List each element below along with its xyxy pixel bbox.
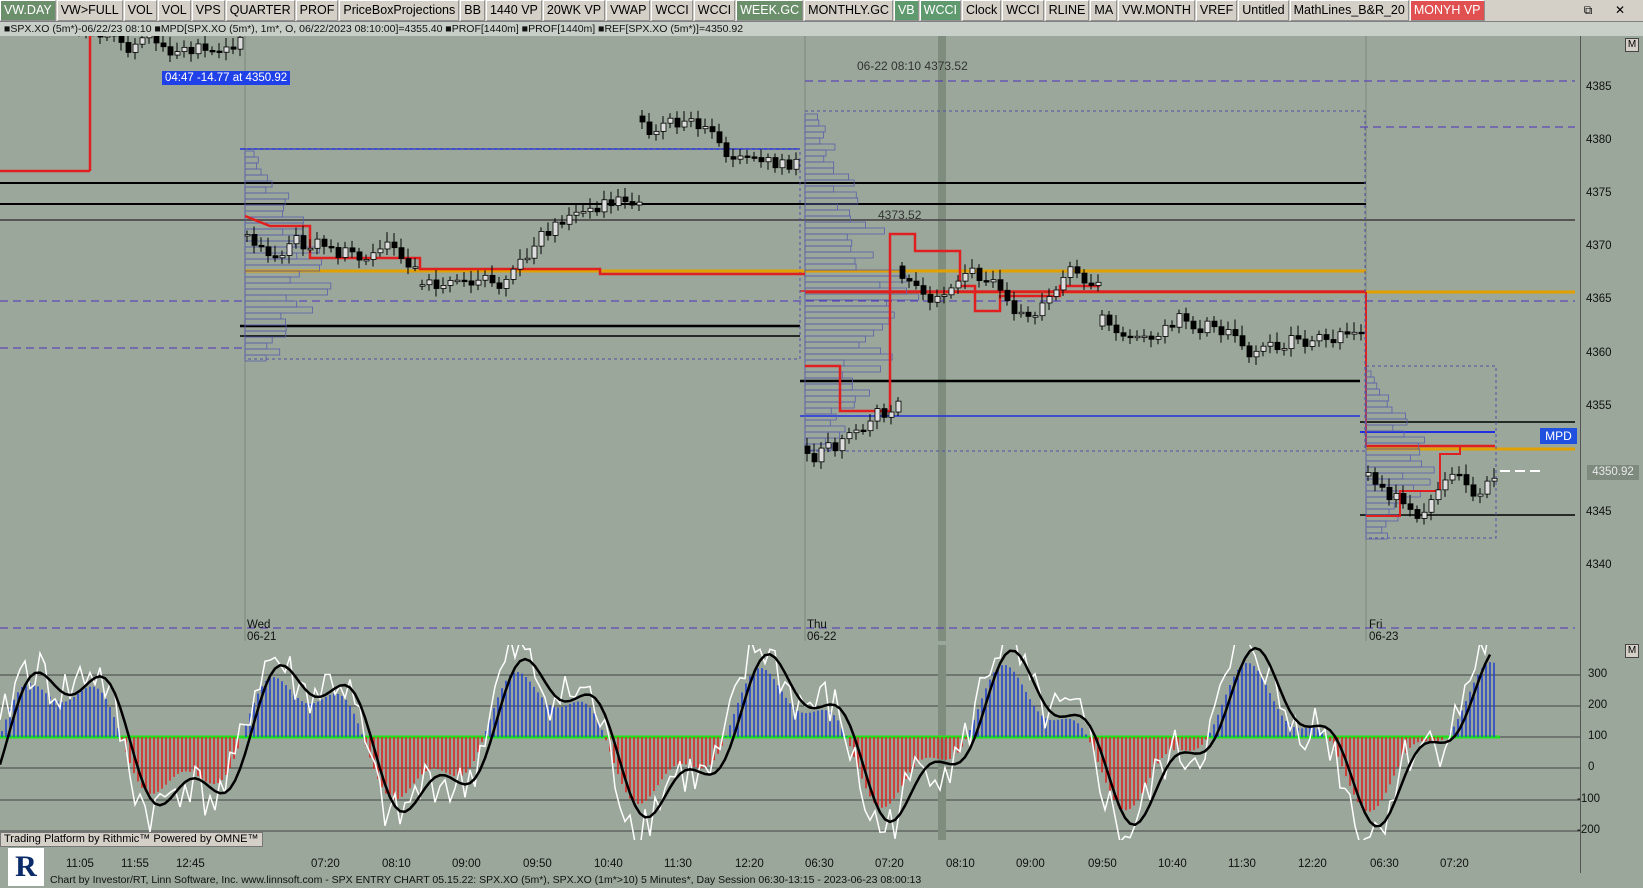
toolbar-button[interactable]: QUARTER — [225, 0, 295, 21]
time-tick-label: 12:20 — [735, 858, 764, 870]
level-label: 4373.52 — [878, 208, 922, 222]
toolbar-button[interactable]: VW>FULL — [56, 0, 123, 21]
day-name: Thu — [807, 619, 827, 631]
indicator-toolbar: VW.DAY VW>FULL VOL VOL VPS QUARTER PROF PriceBo… — [0, 0, 1643, 22]
cci-oscillator-panel[interactable] — [0, 645, 1580, 840]
time-tick-label: 09:50 — [1088, 858, 1117, 870]
toolbar-button[interactable]: VW.MONTH — [1118, 0, 1195, 21]
toolbar-button[interactable]: Clock — [961, 0, 1002, 21]
toolbar-button[interactable]: VOL — [157, 0, 191, 21]
toolbar-button[interactable]: 1440 VP — [485, 0, 542, 21]
osc-tick-label: 100 — [1588, 730, 1608, 742]
osc-tick-label: 200 — [1588, 699, 1608, 711]
time-tick-label: 12:45 — [176, 858, 205, 870]
toolbar-button[interactable]: VB — [893, 0, 919, 21]
time-tick-label: 10:40 — [1158, 858, 1187, 870]
day-date: 06-23 — [1369, 631, 1399, 643]
day-name: Fri — [1369, 619, 1383, 631]
price-tick-label: 4385 — [1586, 81, 1612, 93]
toolbar-button[interactable]: WCCI — [919, 0, 961, 21]
price-flag-label: 04:47 -14.77 at 4350.92 — [162, 71, 291, 85]
toolbar-button[interactable]: WCCI — [693, 0, 736, 21]
time-tick-label: 11:30 — [1228, 858, 1256, 870]
day-label: Fri 06-23 — [1369, 619, 1398, 643]
last-price-tag: 4350.92 — [1587, 465, 1639, 480]
time-tick-label: 08:10 — [382, 858, 411, 870]
price-tick-label: 4360 — [1586, 347, 1612, 359]
time-tick-label: 09:00 — [452, 858, 481, 870]
time-tick-label: 12:20 — [1298, 858, 1327, 870]
toolbar-button[interactable]: VWAP — [606, 0, 651, 21]
close-icon[interactable]: ✕ — [1612, 2, 1628, 18]
osc-tick-label: 300 — [1588, 668, 1608, 680]
toolbar-button[interactable]: WEEK.GC — [736, 0, 804, 21]
toolbar-button[interactable]: RLINE — [1044, 0, 1090, 21]
maximize-main-icon[interactable]: M — [1625, 38, 1639, 52]
time-tick-label: 11:05 — [66, 858, 94, 870]
price-tick-label: 4380 — [1586, 134, 1612, 146]
toolbar-button[interactable]: BB — [460, 0, 485, 21]
toolbar-button[interactable]: MONTHLY.GC — [804, 0, 893, 21]
toolbar-button[interactable]: VPS — [191, 0, 225, 21]
time-tick-label: 08:10 — [946, 858, 975, 870]
osc-tick-label: 0 — [1588, 761, 1595, 773]
time-tick-label: 07:20 — [311, 858, 340, 870]
toolbar-button[interactable]: PriceBoxProjections — [339, 0, 460, 21]
toolbar-button[interactable]: MathLines_B&R_20 — [1289, 0, 1409, 21]
time-tick-label: 11:55 — [121, 858, 149, 870]
chart-info-bar: ■SPX.XO (5m*)-06/22/23 08:10 ■MPD[SPX.XO… — [0, 22, 1643, 36]
time-tick-label: 09:50 — [523, 858, 552, 870]
toolbar-button[interactable]: WCCI — [1002, 0, 1044, 21]
time-tick-label: 07:20 — [1440, 858, 1469, 870]
day-date: 06-22 — [807, 631, 837, 643]
rithmic-banner: Trading Platform by Rithmic™ Powered by … — [0, 832, 263, 847]
price-tick-label: 4375 — [1586, 187, 1612, 199]
toolbar-button[interactable]: Untitled — [1238, 0, 1289, 21]
time-tick-label: 09:00 — [1016, 858, 1045, 870]
toolbar-button[interactable]: VOL — [123, 0, 157, 21]
rithmic-logo: R — [8, 848, 44, 886]
osc-tick-label: -100 — [1577, 793, 1601, 805]
time-tick-label: 11:30 — [664, 858, 692, 870]
day-date: 06-21 — [247, 631, 277, 643]
price-tick-label: 4365 — [1586, 293, 1612, 305]
day-label: Wed 06-21 — [247, 619, 276, 643]
toolbar-button[interactable]: MA — [1090, 0, 1118, 21]
session-high-label: 06-22 08:10 4373.52 — [857, 59, 968, 73]
mpd-tag: MPD — [1540, 428, 1577, 444]
time-tick-label: 07:20 — [875, 858, 904, 870]
osc-tick-label: -200 — [1577, 824, 1601, 836]
toolbar-button[interactable]: WCCI — [651, 0, 693, 21]
restore-icon[interactable]: ⧉ — [1580, 2, 1596, 18]
toolbar-button[interactable]: VW.DAY — [0, 0, 56, 21]
toolbar-button[interactable]: PROF — [295, 0, 339, 21]
cci-lines — [0, 645, 1492, 840]
time-tick-label: 06:30 — [1370, 858, 1399, 870]
day-name: Wed — [247, 619, 271, 631]
maximize-osc-icon[interactable]: M — [1625, 644, 1639, 658]
time-tick-label: 10:40 — [594, 858, 623, 870]
toolbar-button[interactable]: VREF — [1195, 0, 1238, 21]
day-label: Thu 06-22 — [807, 619, 836, 643]
price-tick-label: 4340 — [1586, 559, 1612, 571]
price-chart[interactable] — [0, 36, 1580, 641]
chart-credits: Chart by Investor/RT, Linn Software, Inc… — [50, 874, 922, 886]
price-axis[interactable] — [1580, 36, 1643, 641]
price-tick-label: 4370 — [1586, 240, 1612, 252]
time-tick-label: 06:30 — [805, 858, 834, 870]
toolbar-button[interactable]: 20WK VP — [542, 0, 606, 21]
price-tick-label: 4345 — [1586, 506, 1612, 518]
toolbar-button[interactable]: MONYH VP — [1409, 0, 1485, 21]
price-tick-label: 4355 — [1586, 400, 1612, 412]
